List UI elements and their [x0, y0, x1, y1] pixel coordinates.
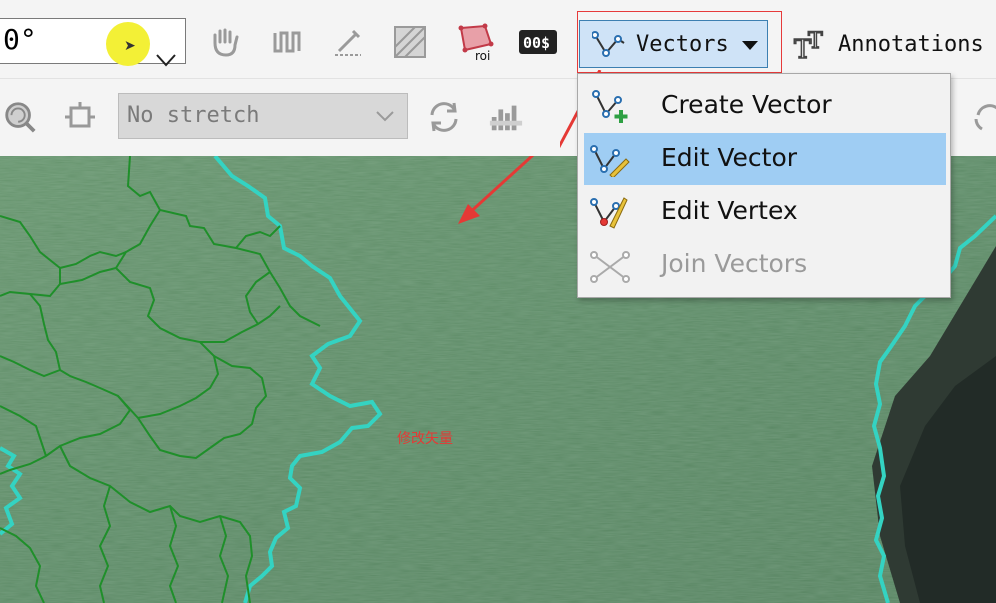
- edit-vector-icon: [590, 145, 630, 177]
- crosshatch-icon[interactable]: [392, 24, 428, 60]
- pan-hand-icon[interactable]: [208, 24, 244, 60]
- waveform-icon[interactable]: [270, 24, 306, 60]
- rotation-combobox[interactable]: 0°: [0, 18, 186, 67]
- menu-item-edit-vertex[interactable]: Edit Vertex: [584, 186, 946, 238]
- menu-item-create-vector[interactable]: Create Vector: [584, 80, 946, 132]
- menu-item-join-vectors[interactable]: Join Vectors: [584, 239, 946, 291]
- counter-icon[interactable]: 00$: [518, 24, 558, 60]
- menu-item-label: Edit Vertex: [661, 196, 798, 225]
- histogram-icon[interactable]: [488, 99, 524, 135]
- stretch-combobox[interactable]: No stretch: [118, 93, 408, 139]
- menu-item-edit-vector[interactable]: Edit Vector: [584, 133, 946, 185]
- map-annotation-text: 修改矢量: [397, 431, 453, 447]
- refresh-icon-right[interactable]: [972, 99, 996, 135]
- red-highlight-box: [577, 11, 782, 73]
- menu-item-label: Join Vectors: [661, 249, 808, 278]
- toolbar-top: 0° ➤ roi 00$ Vectors T T Annotations: [0, 0, 996, 78]
- edit-vertex-icon: [590, 197, 628, 229]
- chevron-down-icon[interactable]: [375, 108, 395, 124]
- zoom-reset-icon[interactable]: [2, 99, 38, 135]
- annotations-menu-button[interactable]: T T Annotations: [790, 24, 996, 64]
- roi-icon-text: roi: [475, 49, 490, 62]
- counter-icon-text: 00$: [523, 34, 550, 52]
- rotation-value: 0°: [3, 23, 37, 56]
- chip-settings-icon[interactable]: [62, 99, 98, 135]
- svg-text:T: T: [808, 29, 823, 54]
- measure-pen-icon[interactable]: [330, 24, 366, 60]
- stretch-value: No stretch: [127, 103, 260, 128]
- mouse-cursor-icon: ➤: [124, 38, 136, 54]
- menu-item-label: Edit Vector: [661, 143, 798, 172]
- vectors-dropdown-menu: Create Vector Edit Vector Edit Vertex Jo…: [577, 73, 951, 298]
- menu-item-label: Create Vector: [661, 90, 832, 119]
- join-vectors-icon: [590, 251, 630, 283]
- chevron-down-icon[interactable]: [155, 51, 177, 69]
- annotations-button-label: Annotations: [838, 32, 984, 57]
- text-annotation-icon: T T: [793, 28, 824, 62]
- refresh-icon[interactable]: [426, 99, 462, 135]
- roi-icon[interactable]: roi: [455, 23, 499, 62]
- create-vector-icon: [592, 90, 628, 123]
